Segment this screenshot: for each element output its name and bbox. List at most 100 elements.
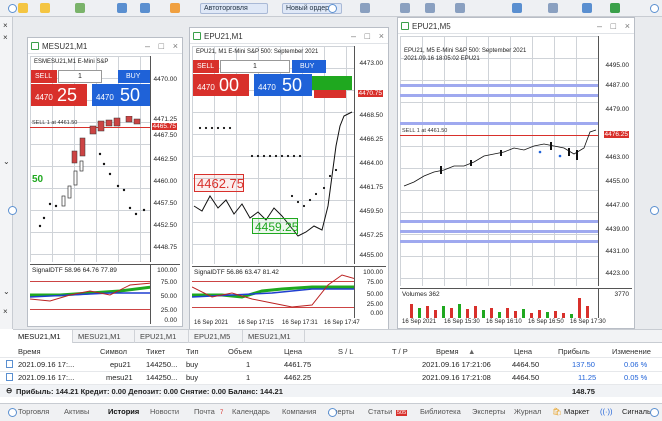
price-chart[interactable]: EPU21, M1 E-Mini S&P 500: September 2021… [192, 46, 356, 264]
sell-button[interactable]: SELL [31, 70, 57, 83]
chart-icon[interactable] [75, 3, 85, 13]
candles-icon[interactable] [360, 3, 370, 13]
column-header[interactable]: Символ [100, 347, 127, 356]
volume-input[interactable]: 1 [58, 70, 102, 83]
algo-trading-button[interactable]: Автоторговля [200, 3, 268, 14]
tab-news[interactable]: Новости [150, 407, 179, 416]
close-icon[interactable]: × [3, 307, 8, 316]
price-chart[interactable]: EPU21, M5 E-Mini S&P 500: September 2021… [400, 36, 600, 286]
one-click-icon[interactable] [610, 3, 620, 13]
tab-mail[interactable]: Почта [194, 407, 215, 416]
periods-icon[interactable] [582, 3, 592, 13]
minimize-icon[interactable]: – [351, 31, 356, 41]
column-header[interactable]: Прибыль [558, 347, 590, 356]
indicator-subwindow[interactable]: SignalDTF 58.96 64.76 77.89 [30, 264, 152, 324]
chart-tab[interactable]: EPU21,M1 [135, 330, 189, 343]
column-header[interactable]: T / P [392, 347, 408, 356]
tab-trade[interactable]: Торговля [18, 407, 49, 416]
grid-icon[interactable] [455, 3, 465, 13]
minimize-icon[interactable]: – [597, 21, 602, 31]
window-titlebar[interactable]: EPU21,M1 – □ × [190, 28, 388, 44]
tab-experts[interactable]: Эксперты [472, 407, 506, 416]
maximize-icon[interactable]: □ [159, 41, 164, 51]
zoom-in-icon[interactable] [400, 3, 410, 13]
tab-articles[interactable]: Статьи [368, 407, 392, 416]
sell-zone-box[interactable]: 4462.75 [194, 174, 244, 192]
chart-window-epu21-m5[interactable]: EPU21,M5 – □ × EPU21, M5 E-Mini S&P 500:… [397, 17, 635, 329]
profile-icon[interactable] [40, 3, 50, 13]
table-row[interactable]: 2021.09.16 17:... epu21 144250... buy 1 … [0, 359, 662, 370]
resize-handle[interactable] [650, 4, 659, 13]
chart-window-mesu21-m1[interactable]: MESU21,M1 – □ × ESMESU21,M1 E-Mini S&P S… [27, 37, 183, 327]
column-header[interactable]: Объем [228, 347, 252, 356]
buy-price-box[interactable]: 4470 50 [92, 84, 150, 106]
resize-handle[interactable] [8, 408, 17, 417]
price-chart[interactable]: ESMESU21,M1 E-Mini S&P SELL 1 BUY 4470 2… [30, 56, 152, 262]
resize-handle[interactable] [650, 408, 659, 417]
volume-input[interactable]: 1 [220, 60, 290, 73]
chart-tab[interactable]: MESU21,M1 [73, 330, 135, 343]
close-icon[interactable]: × [379, 31, 384, 41]
chart-tab[interactable]: MESU21,M1 [243, 330, 305, 343]
chart-tab[interactable]: EPU21,M5 [189, 330, 243, 343]
sell-price-box[interactable]: 4470 00 [193, 74, 249, 96]
navigator-icon[interactable] [117, 3, 127, 13]
resize-handle[interactable] [328, 408, 337, 417]
column-header[interactable]: S / L [338, 347, 353, 356]
window-titlebar[interactable]: EPU21,M5 – □ × [398, 18, 634, 34]
chevron-down-icon[interactable]: ⌄ [3, 287, 10, 296]
zoom-out-icon[interactable] [425, 3, 435, 13]
buy-price-box[interactable]: 4470 50 [254, 74, 312, 96]
price-scale[interactable]: 4470.00 4471.25 4467.50 4462.50 4460.00 … [150, 56, 180, 262]
buy-button[interactable]: BUY [118, 70, 150, 83]
chart-window-epu21-m1[interactable]: EPU21,M1 – □ × EPU21, M1 E-Mini S&P 500:… [189, 27, 389, 331]
column-header[interactable]: Цена [284, 347, 302, 356]
close-icon[interactable]: × [173, 41, 178, 51]
window-titlebar[interactable]: MESU21,M1 – □ × [28, 38, 182, 54]
maximize-icon[interactable]: □ [611, 21, 616, 31]
price-tick: 4448.75 [153, 244, 178, 251]
column-header[interactable]: Цена [514, 347, 532, 356]
minimize-icon[interactable]: – [145, 41, 150, 51]
maximize-icon[interactable]: □ [365, 31, 370, 41]
buy-zone-box[interactable]: 4459.25 [252, 218, 298, 234]
indicators-icon[interactable] [512, 3, 522, 13]
tab-assets[interactable]: Активы [64, 407, 89, 416]
chart-tab[interactable]: MESU21,M1 [13, 330, 73, 343]
folder-icon[interactable] [18, 3, 28, 13]
templates-icon[interactable] [548, 3, 558, 13]
tab-company[interactable]: Компания [282, 407, 316, 416]
column-header[interactable]: Тикет [146, 347, 165, 356]
column-header[interactable]: Время [436, 347, 459, 356]
column-header[interactable]: Время [18, 347, 41, 356]
tab-history[interactable]: История [108, 407, 139, 416]
sell-button[interactable]: SELL [193, 60, 219, 73]
table-row[interactable]: 2021.09.16 17:... mesu21 144250... buy 1… [0, 372, 662, 383]
close-icon[interactable]: × [3, 21, 8, 30]
cell-change: 0.06 % [624, 360, 648, 369]
terminal-icon[interactable] [140, 3, 150, 13]
summary-toggle-icon[interactable]: ⊖ [6, 386, 12, 395]
buy-button[interactable]: BUY [292, 60, 326, 73]
resize-handle[interactable] [8, 206, 17, 215]
close-icon[interactable]: × [3, 33, 8, 42]
chevron-down-icon[interactable]: ⌄ [3, 157, 10, 166]
market-link[interactable]: Маркет [564, 407, 589, 416]
volume-subwindow[interactable]: Volumes 362 [400, 288, 600, 318]
sell-price-box[interactable]: 4470 25 [31, 84, 87, 106]
resize-handle[interactable] [8, 4, 17, 13]
signals-link[interactable]: Сигналы [622, 407, 652, 416]
indicator-subwindow[interactable]: SignalDTF 56.86 63.47 81.42 [192, 266, 356, 318]
tester-icon[interactable] [170, 3, 180, 13]
column-header[interactable]: Изменение [612, 347, 651, 356]
price-scale[interactable]: 4473.00 4470.75 4468.50 4466.25 4464.00 … [354, 46, 386, 264]
price-scale[interactable]: 4495.00 4487.00 4479.00 4476.25 4463.00 … [598, 36, 632, 286]
tab-journal[interactable]: Журнал [514, 407, 541, 416]
resize-handle[interactable] [328, 4, 337, 13]
close-icon[interactable]: × [625, 21, 630, 31]
resize-handle[interactable] [650, 206, 659, 215]
price-tick: 4455.00 [359, 252, 384, 259]
tab-library[interactable]: Библиотека [420, 407, 461, 416]
tab-calendar[interactable]: Календарь [232, 407, 270, 416]
column-header[interactable]: Тип [186, 347, 199, 356]
